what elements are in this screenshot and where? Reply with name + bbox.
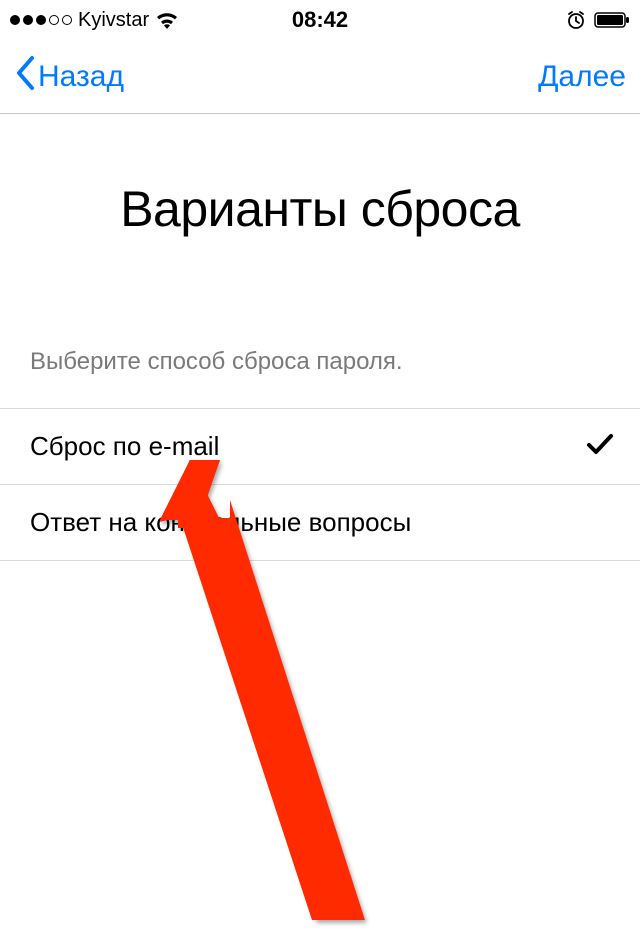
back-label: Назад	[38, 60, 124, 94]
option-label: Сброс по e-mail	[30, 431, 219, 462]
status-right	[566, 10, 630, 30]
back-button[interactable]: Назад	[14, 55, 124, 99]
status-time: 08:42	[292, 7, 348, 33]
option-reset-by-email[interactable]: Сброс по e-mail	[0, 409, 640, 485]
checkmark-icon	[586, 431, 614, 462]
options-list: Сброс по e-mail Ответ на контрольные воп…	[0, 408, 640, 561]
carrier-label: Kyivstar	[78, 9, 149, 32]
option-answer-security-questions[interactable]: Ответ на контрольные вопросы	[0, 485, 640, 561]
navigation-bar: Назад Далее	[0, 40, 640, 114]
next-label: Далее	[538, 60, 626, 93]
option-label: Ответ на контрольные вопросы	[30, 507, 411, 538]
wifi-icon	[155, 11, 179, 29]
chevron-left-icon	[14, 55, 36, 99]
battery-icon	[594, 11, 630, 29]
status-left: Kyivstar	[10, 9, 179, 32]
signal-strength-icon	[10, 15, 72, 25]
content: Варианты сброса Выберите способ сброса п…	[0, 180, 640, 561]
status-bar: Kyivstar 08:42	[0, 0, 640, 40]
alarm-icon	[566, 10, 586, 30]
page-title: Варианты сброса	[0, 180, 640, 238]
page-description: Выберите способ сброса пароля.	[30, 348, 640, 376]
next-button[interactable]: Далее	[538, 60, 626, 94]
